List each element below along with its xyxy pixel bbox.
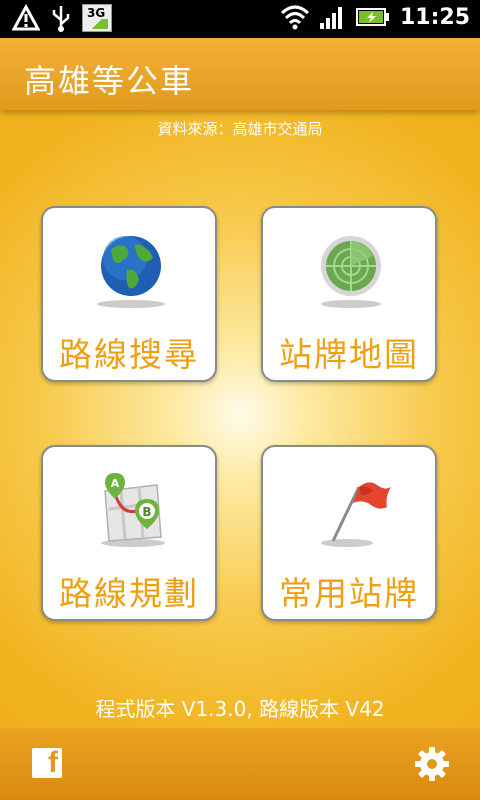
route-map-icon: A B <box>101 473 165 547</box>
network-type-label: 3G <box>87 6 106 20</box>
wifi-icon <box>280 5 309 30</box>
stop-map-button[interactable]: 站牌地圖 <box>261 206 437 382</box>
svg-text:B: B <box>142 505 151 519</box>
status-time: 11:25 <box>399 4 470 30</box>
favorite-stops-label: 常用站牌 <box>279 574 419 613</box>
network-type-badge: 3G <box>82 4 112 32</box>
warning-icon <box>12 4 40 31</box>
app-header: 高雄等公車 <box>0 38 480 110</box>
battery-icon <box>355 8 389 26</box>
route-search-button[interactable]: 路線搜尋 <box>41 206 217 382</box>
usb-icon <box>52 6 70 32</box>
stop-map-label: 站牌地圖 <box>279 335 419 374</box>
flag-icon <box>321 482 391 547</box>
route-planning-label: 路線規劃 <box>59 574 199 613</box>
radar-icon <box>321 236 381 308</box>
facebook-icon[interactable]: f <box>32 746 62 779</box>
route-search-label: 路線搜尋 <box>59 335 199 374</box>
globe-icon <box>97 236 165 308</box>
version-info: 程式版本 V1.3.0, 路線版本 V42 <box>95 697 385 721</box>
status-icons-left: 3G <box>12 4 112 32</box>
gear-icon[interactable] <box>414 746 450 782</box>
app-title: 高雄等公車 <box>24 62 195 100</box>
signal-icon <box>319 7 342 29</box>
data-source-note: 資料來源：高雄市交通局 <box>157 120 323 138</box>
status-icons-right: 11:25 <box>280 4 470 30</box>
favorite-stops-button[interactable]: 常用站牌 <box>261 445 437 621</box>
bottom-bar: f <box>0 728 480 800</box>
svg-text:A: A <box>111 477 120 490</box>
route-planning-button[interactable]: A B 路線規劃 <box>41 445 217 621</box>
status-bar: 3G 11:25 <box>0 0 480 38</box>
